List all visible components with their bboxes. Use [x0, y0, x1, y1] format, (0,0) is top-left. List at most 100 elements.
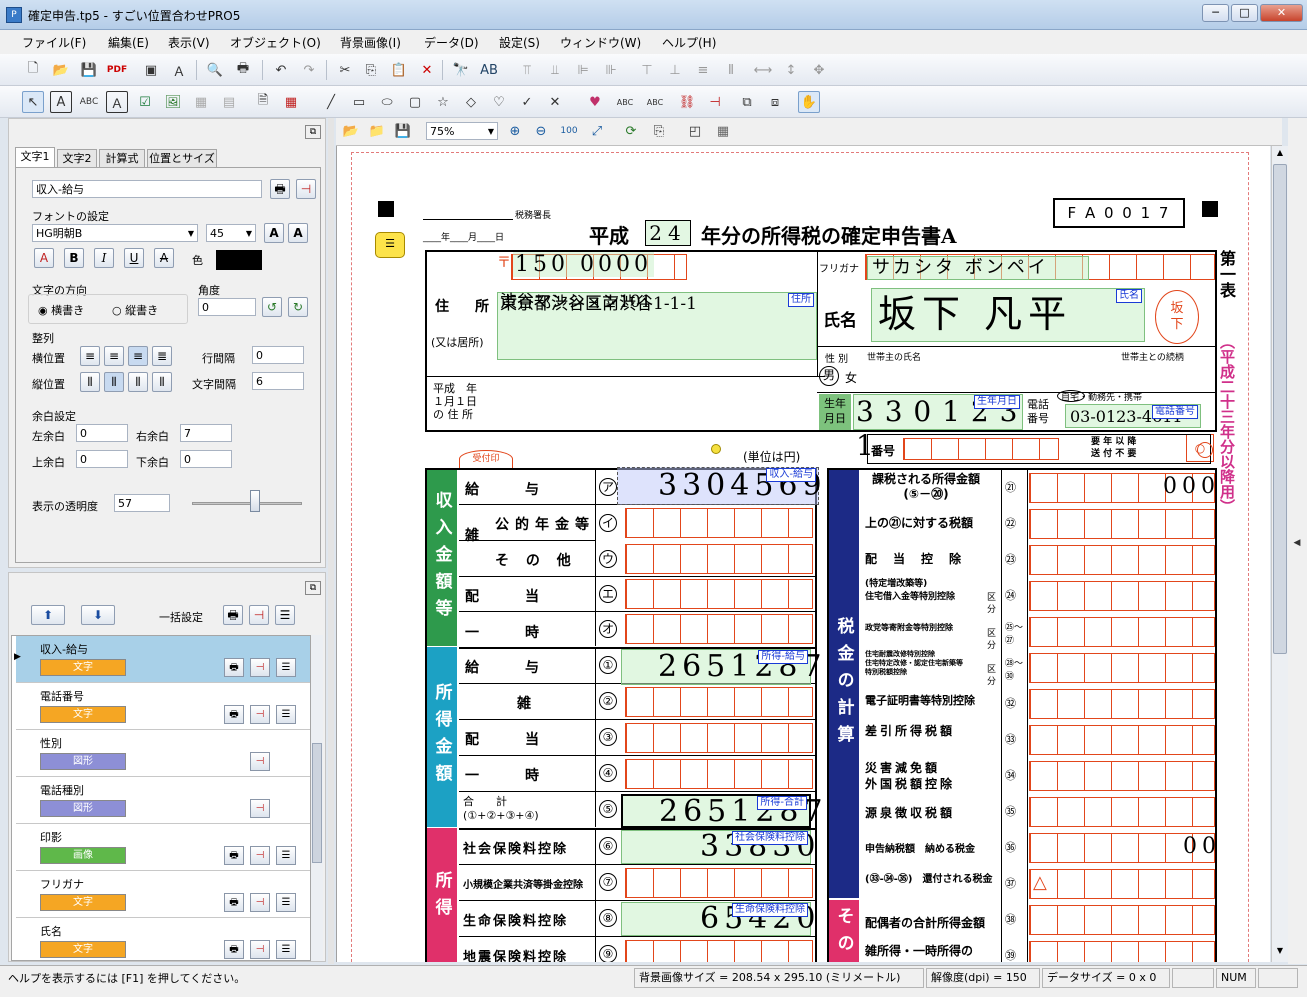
bulk-link-icon[interactable]: ⊣: [249, 605, 269, 625]
find-icon[interactable]: 🔭: [450, 59, 472, 81]
grid-tool-icon[interactable]: ▦: [190, 91, 212, 113]
center-v-icon[interactable]: ⊤: [636, 59, 658, 81]
move-up-button[interactable]: ⬆: [31, 605, 65, 625]
furigana-field[interactable]: サカシタ ボンペイ: [867, 256, 1089, 280]
field-icon-2[interactable]: ABC: [644, 91, 666, 113]
valign-middle-icon[interactable]: ⦀: [104, 372, 124, 392]
opacity-slider-track[interactable]: [192, 502, 302, 505]
top-margin-input[interactable]: 0: [76, 450, 128, 468]
menu-object[interactable]: オブジェクト(O): [230, 34, 321, 51]
align-bottom-icon[interactable]: ⫫: [544, 59, 566, 81]
scroll-thumb[interactable]: [1273, 164, 1287, 654]
rotate-handle[interactable]: [711, 444, 721, 454]
check-mark-icon[interactable]: ✓: [516, 91, 538, 113]
list-item[interactable]: 性別 図形 ⊣: [16, 730, 310, 777]
text-frame-icon[interactable]: Ａ: [168, 59, 190, 81]
menu-settings[interactable]: 設定(S): [499, 34, 540, 51]
menu-view[interactable]: 表示(V): [168, 34, 210, 51]
rect-icon[interactable]: ▭: [348, 91, 370, 113]
font-color-icon[interactable]: A: [34, 248, 54, 268]
female-option[interactable]: 女: [845, 369, 857, 386]
table-icon[interactable]: ▦: [280, 91, 302, 113]
underline-icon[interactable]: U: [124, 248, 144, 268]
refresh-icon[interactable]: ⟳: [620, 120, 642, 142]
menu-bg-image[interactable]: 背景画像(I): [340, 34, 401, 51]
replace-icon[interactable]: AB: [478, 59, 500, 81]
vertical-radio[interactable]: ○ 縦書き: [112, 302, 158, 318]
align-justify-text-icon[interactable]: ≣: [152, 346, 172, 366]
handle-icon[interactable]: ✋: [798, 91, 820, 113]
income-salary-field[interactable]: 3304569 収入-給与: [617, 467, 822, 505]
minimize-button[interactable]: ─: [1202, 4, 1229, 22]
page-tool-icon[interactable]: ▤: [218, 91, 240, 113]
document-canvas[interactable]: F A 0 0 1 7 税務署長 ____年____月____日 ☰ 平成 24…: [336, 146, 1270, 962]
name-field[interactable]: 坂下 凡平 氏名: [871, 288, 1145, 342]
shotoku-total-field[interactable]: 2651287 所得-合計: [621, 794, 823, 828]
export-icon[interactable]: ⎘: [648, 120, 670, 142]
valign-bottom-icon[interactable]: ⦀: [128, 372, 148, 392]
zoom-in-icon[interactable]: ⊕: [504, 120, 526, 142]
valign-top-icon[interactable]: ⦀: [80, 372, 100, 392]
image-tool-icon[interactable]: 🖼: [162, 91, 184, 113]
heart-icon[interactable]: ♡: [488, 91, 510, 113]
link-icon[interactable]: ⛓: [676, 91, 698, 113]
scroll-down-icon[interactable]: ▼: [1273, 946, 1287, 960]
delete-icon[interactable]: ✕: [416, 59, 438, 81]
open-icon[interactable]: 📂: [50, 59, 72, 81]
grid-icon[interactable]: ▦: [712, 120, 734, 142]
redo-icon[interactable]: ↷: [298, 59, 320, 81]
line-icon[interactable]: ╱: [320, 91, 342, 113]
bulk-print-icon[interactable]: 🖶: [223, 605, 243, 625]
list-item[interactable]: 電話種別 図形 ⊣: [16, 777, 310, 824]
horizontal-radio[interactable]: ◉ 横書き: [38, 302, 84, 318]
year-field[interactable]: 24: [645, 220, 691, 246]
print-icon[interactable]: 🖶: [232, 59, 254, 81]
paste-icon[interactable]: 📋: [388, 59, 410, 81]
list-float-icon[interactable]: ⧉: [305, 581, 321, 595]
link-icon[interactable]: ⊣: [250, 658, 270, 677]
copy-icon[interactable]: ⎘: [360, 59, 382, 81]
round-rect-icon[interactable]: ▢: [404, 91, 426, 113]
same-height-icon[interactable]: ↕: [780, 59, 802, 81]
link-icon[interactable]: ⊣: [250, 893, 270, 912]
phone-field[interactable]: 03-0123-4611 電話番号: [1065, 404, 1201, 428]
text-tool-icon[interactable]: A: [50, 91, 72, 113]
strike-icon[interactable]: A: [154, 248, 174, 268]
ellipse-icon[interactable]: ⬭: [376, 91, 398, 113]
move-down-button[interactable]: ⬇: [81, 605, 115, 625]
diamond-icon[interactable]: ◇: [460, 91, 482, 113]
ungroup-icon[interactable]: ⧈: [764, 91, 786, 113]
list-icon[interactable]: ☰: [276, 846, 296, 865]
life-insurance-field[interactable]: 65420 生命保険料控除: [621, 902, 815, 936]
bottom-margin-input[interactable]: 0: [180, 450, 232, 468]
center-h-icon[interactable]: ⊥: [664, 59, 686, 81]
distribute-v-icon[interactable]: ⦀: [720, 59, 742, 81]
postal-code[interactable]: 150 0000: [513, 252, 654, 277]
maximize-button[interactable]: □: [1231, 4, 1258, 22]
comment-icon[interactable]: ☰: [375, 232, 405, 258]
list-item[interactable]: ▶ 収入-給与 文字 🖶 ⊣ ☰: [14, 636, 310, 683]
name-print-icon[interactable]: 🖶: [270, 179, 290, 199]
link-icon[interactable]: ⊣: [250, 940, 270, 959]
link-icon[interactable]: ⊣: [250, 705, 270, 724]
font-size-select[interactable]: 45 ▼: [206, 224, 256, 242]
list-item[interactable]: 電話番号 文字 🖶 ⊣ ☰: [16, 683, 310, 730]
pointer-icon[interactable]: ↖: [22, 91, 44, 113]
opacity-slider-thumb[interactable]: [249, 490, 260, 512]
distribute-h-icon[interactable]: ≡: [692, 59, 714, 81]
zoom-100-icon[interactable]: 100: [558, 120, 580, 142]
valign-justify-icon[interactable]: ⦀: [152, 372, 172, 392]
menu-help[interactable]: ヘルプ(H): [662, 34, 716, 51]
align-right-text-icon[interactable]: ≡: [128, 346, 148, 366]
menu-edit[interactable]: 編集(E): [108, 34, 149, 51]
link-icon[interactable]: ⊣: [250, 846, 270, 865]
print-icon[interactable]: 🖶: [224, 940, 244, 959]
menu-window[interactable]: ウィンドウ(W): [560, 34, 641, 51]
save-data-icon[interactable]: 💾: [392, 120, 414, 142]
same-size-icon[interactable]: ✥: [808, 59, 830, 81]
same-width-icon[interactable]: ⟷: [752, 59, 774, 81]
link-icon[interactable]: ⊣: [250, 799, 270, 818]
list-scrollbar[interactable]: [311, 635, 323, 961]
unlink-icon[interactable]: ⊣: [704, 91, 726, 113]
italic-icon[interactable]: I: [94, 248, 114, 268]
